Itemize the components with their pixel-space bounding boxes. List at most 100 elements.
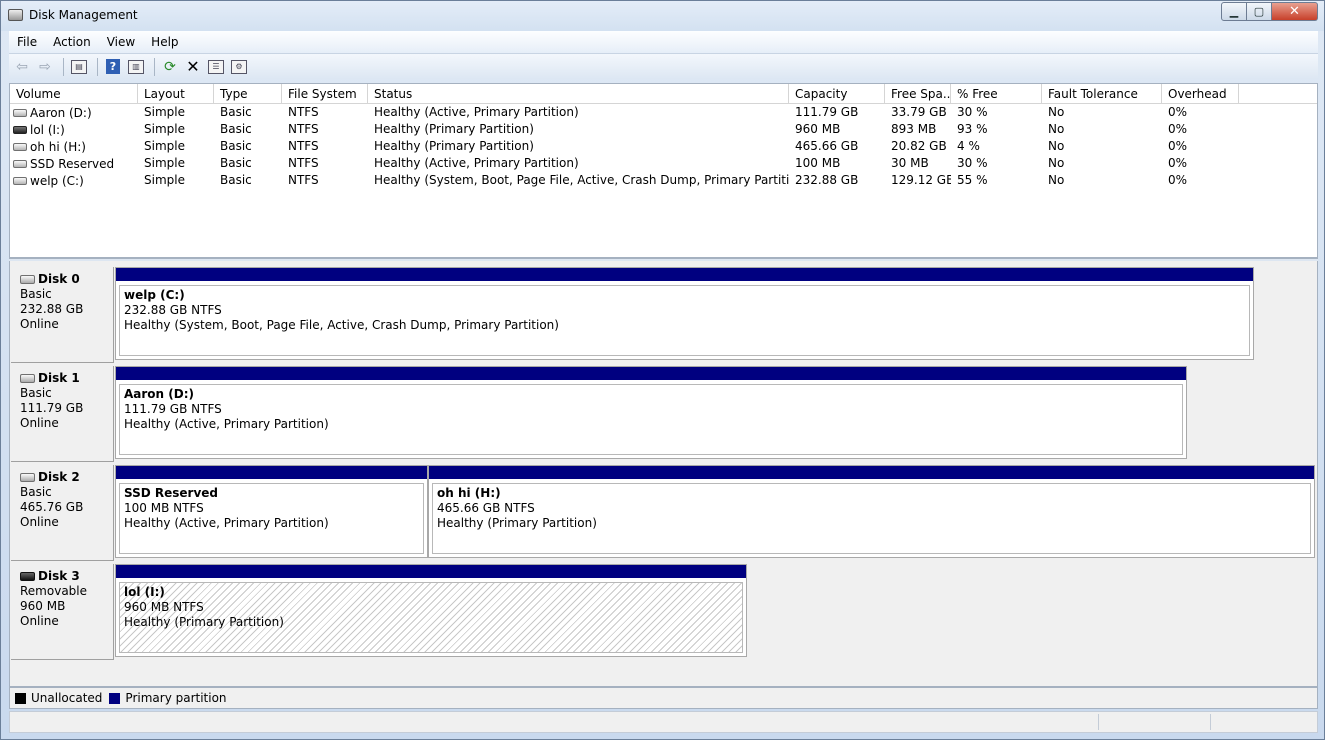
show-hide-console-tree-icon[interactable]: ▤ — [69, 57, 89, 77]
table-row[interactable]: lol (I:) Simple Basic NTFS Healthy (Primary … — [10, 121, 1317, 138]
disk-1-size: 111.79 GB — [20, 401, 84, 415]
column-header-file-system[interactable]: File System — [282, 84, 368, 103]
partition-size: 960 MB NTFS — [124, 600, 204, 614]
forward-icon[interactable]: ⇨ — [35, 57, 55, 77]
cell-fault-tolerance: No — [1048, 105, 1065, 119]
cell-percent-free: 30 % — [957, 156, 988, 170]
disk-3-size: 960 MB — [20, 599, 66, 613]
column-header-fault-tolerance[interactable]: Fault Tolerance — [1042, 84, 1162, 103]
disk-3-type: Removable — [20, 584, 88, 598]
status-bar — [9, 711, 1318, 733]
partition-aaron-d[interactable]: Aaron (D:) 111.79 GB NTFS Healthy (Activ… — [115, 366, 1187, 459]
title-bar[interactable]: Disk Management ▁ ▢ ✕ — [1, 1, 1324, 31]
close-icon: ✕ — [1289, 4, 1300, 19]
disk-management-window: Disk Management ▁ ▢ ✕ File Action View H… — [0, 0, 1325, 740]
primary-partition-bar — [429, 466, 1314, 479]
disk-0-label[interactable]: Disk 0 Basic 232.88 GB Online — [11, 267, 114, 363]
column-header-layout[interactable]: Layout — [138, 84, 214, 103]
menu-help[interactable]: Help — [143, 35, 186, 49]
toolbar: ⇦ ⇨ ▤ ? ▥ ⟳ ✕ ☰ ⚙ — [9, 53, 1318, 79]
volume-name: lol (I:) — [30, 123, 65, 137]
maximize-icon: ▢ — [1253, 5, 1265, 18]
column-header-overhead[interactable]: Overhead — [1162, 84, 1239, 103]
maximize-button[interactable]: ▢ — [1247, 2, 1272, 21]
status-bar-cell — [1098, 714, 1099, 730]
cell-volume: welp (C:) — [10, 172, 138, 189]
partition-lol-i[interactable]: lol (I:) 960 MB NTFS Healthy (Primary Pa… — [115, 564, 747, 657]
cell-free-space: 33.79 GB — [891, 105, 947, 119]
partition-body: Aaron (D:) 111.79 GB NTFS Healthy (Activ… — [119, 384, 1183, 455]
disk-2-type: Basic — [20, 485, 52, 499]
help-icon[interactable]: ? — [103, 57, 123, 77]
hard-disk-icon — [20, 374, 35, 383]
table-row[interactable]: SSD Reserved Simple Basic NTFS Healthy (Acti… — [10, 155, 1317, 172]
cell-status: Healthy (Primary Partition) — [374, 122, 534, 136]
cell-capacity: 465.66 GB — [795, 139, 859, 153]
disk-0-size: 232.88 GB — [20, 302, 84, 316]
partition-oh-hi-h[interactable]: oh hi (H:) 465.66 GB NTFS Healthy (Prima… — [428, 465, 1315, 558]
disk-1-name-row: Disk 1 — [20, 371, 113, 386]
legend-primary-partition-label: Primary partition — [125, 691, 227, 705]
refresh-icon[interactable]: ⟳ — [160, 57, 180, 77]
cell-file-system: NTFS — [288, 173, 319, 187]
properties-icon[interactable]: ☰ — [206, 57, 226, 77]
legend-unallocated-label: Unallocated — [31, 691, 103, 705]
cell-overhead: 0% — [1168, 173, 1188, 187]
menu-view[interactable]: View — [99, 35, 143, 49]
volume-name: oh hi (H:) — [30, 140, 86, 154]
cell-fault-tolerance: No — [1048, 139, 1065, 153]
rescan-disks-icon[interactable]: ⚙ — [229, 57, 249, 77]
table-row[interactable]: welp (C:) Simple Basic NTFS Healthy (System,… — [10, 172, 1317, 189]
cell-fault-tolerance: No — [1048, 122, 1065, 136]
menu-file[interactable]: File — [9, 35, 45, 49]
partition-body-selected: lol (I:) 960 MB NTFS Healthy (Primary Pa… — [119, 582, 743, 653]
partition-name: Aaron (D:) — [124, 387, 194, 401]
disk-0-state: Online — [20, 317, 59, 331]
partition-ssd-reserved[interactable]: SSD Reserved 100 MB NTFS Healthy (Active… — [115, 465, 428, 558]
partition-status: Healthy (System, Boot, Page File, Active… — [124, 318, 559, 332]
cell-overhead: 0% — [1168, 105, 1188, 119]
disk-2-label[interactable]: Disk 2 Basic 465.76 GB Online — [11, 465, 114, 561]
menu-action[interactable]: Action — [45, 35, 99, 49]
primary-partition-bar — [116, 268, 1253, 281]
minimize-button[interactable]: ▁ — [1221, 2, 1247, 21]
table-row[interactable]: oh hi (H:) Simple Basic NTFS Healthy (Primar… — [10, 138, 1317, 155]
window-controls: ▁ ▢ ✕ — [1221, 2, 1318, 21]
disk-map: Disk 0 Basic 232.88 GB Online welp (C:) … — [9, 261, 1318, 687]
disk-0-name: Disk 0 — [38, 272, 80, 286]
disk-3-label[interactable]: Disk 3 Removable 960 MB Online — [11, 564, 114, 660]
back-icon[interactable]: ⇦ — [12, 57, 32, 77]
legend: Unallocated Primary partition — [9, 687, 1318, 709]
hard-drive-icon — [13, 177, 27, 185]
column-header-percent-free[interactable]: % Free — [951, 84, 1042, 103]
cell-percent-free: 4 % — [957, 139, 980, 153]
hard-disk-icon — [20, 473, 35, 482]
cell-percent-free: 30 % — [957, 105, 988, 119]
disk-3-name: Disk 3 — [38, 569, 80, 583]
column-header-capacity[interactable]: Capacity — [789, 84, 885, 103]
disk-0-name-row: Disk 0 — [20, 272, 113, 287]
toolbar-separator — [97, 57, 98, 76]
disk-1-state: Online — [20, 416, 59, 430]
cell-type: Basic — [220, 105, 252, 119]
disk-3-state: Online — [20, 614, 59, 628]
disk-1-label[interactable]: Disk 1 Basic 111.79 GB Online — [11, 366, 114, 462]
column-header-free-space[interactable]: Free Spa... — [885, 84, 951, 103]
close-button[interactable]: ✕ — [1272, 2, 1318, 21]
partition-status: Healthy (Active, Primary Partition) — [124, 417, 329, 431]
volume-name: welp (C:) — [30, 174, 84, 188]
table-row[interactable]: Aaron (D:) Simple Basic NTFS Healthy (Active… — [10, 104, 1317, 121]
primary-partition-bar — [116, 466, 427, 479]
properties-view-icon[interactable]: ▥ — [126, 57, 146, 77]
cell-file-system: NTFS — [288, 105, 319, 119]
cell-type: Basic — [220, 156, 252, 170]
partition-welp-c[interactable]: welp (C:) 232.88 GB NTFS Healthy (System… — [115, 267, 1254, 360]
cell-file-system: NTFS — [288, 139, 319, 153]
partition-body: SSD Reserved 100 MB NTFS Healthy (Active… — [119, 483, 424, 554]
column-header-type[interactable]: Type — [214, 84, 282, 103]
column-header-volume[interactable]: Volume — [10, 84, 138, 103]
minimize-icon: ▁ — [1229, 5, 1239, 18]
delete-icon[interactable]: ✕ — [183, 57, 203, 77]
column-header-status[interactable]: Status — [368, 84, 789, 103]
disk-1-name: Disk 1 — [38, 371, 80, 385]
